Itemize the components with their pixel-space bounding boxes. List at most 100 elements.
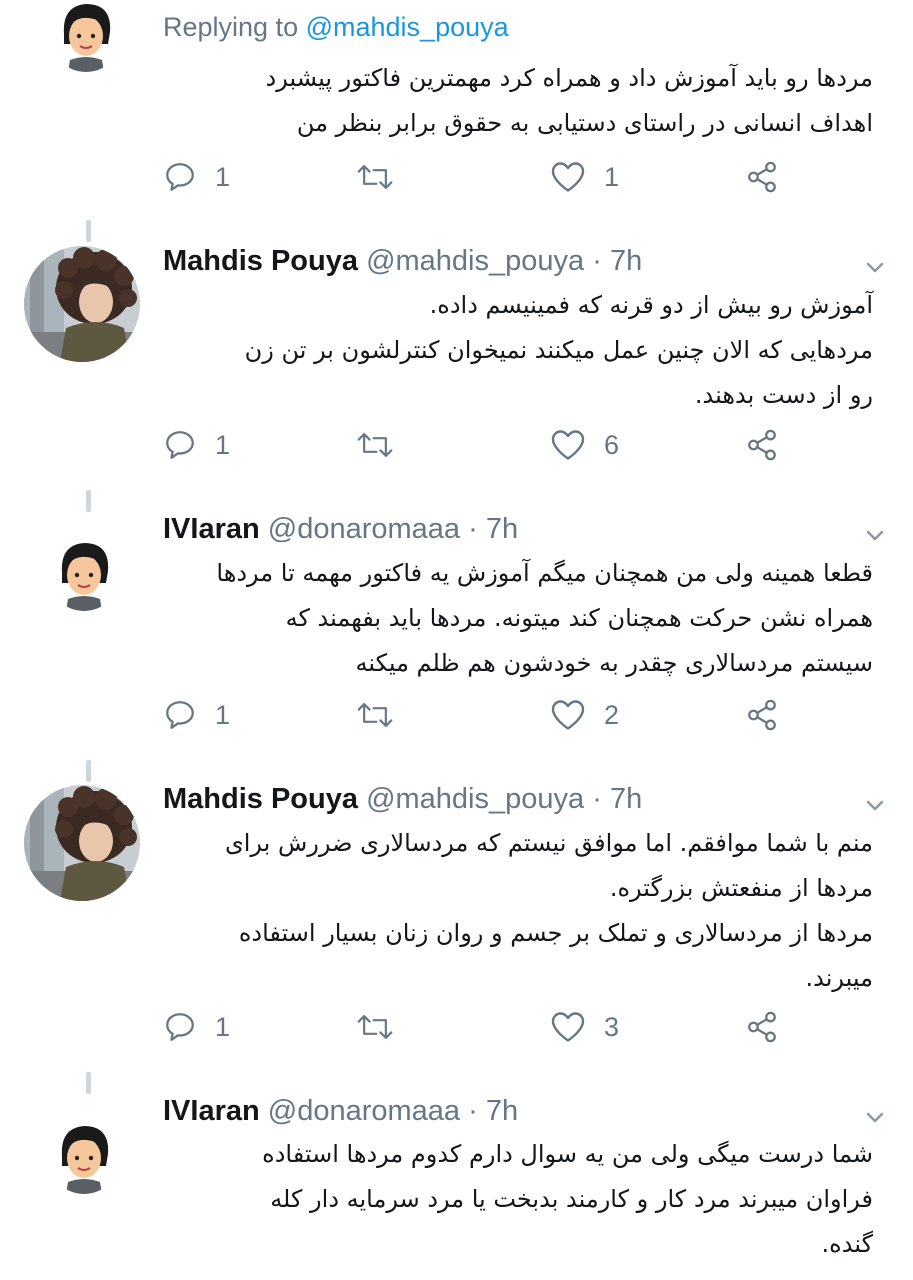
tweet-actions: 1 2 [0, 698, 913, 738]
user-handle[interactable]: @mahdis_pouya [366, 783, 584, 815]
thread-connector [86, 1072, 91, 1094]
display-name[interactable]: Mahdis Pouya [163, 245, 358, 277]
retweet-icon [357, 165, 393, 189]
replying-handle-link[interactable]: @mahdis_pouya [306, 12, 509, 42]
avatar-cartoon-woman-icon [48, 1122, 120, 1194]
tweet-text: مردها رو باید آموزش داد و همراه کرد مهمت… [160, 56, 873, 146]
timestamp[interactable]: 7h [486, 513, 518, 545]
like-count: 3 [604, 1011, 620, 1042]
heart-icon [551, 430, 585, 460]
tweet-line: قطعا همینه ولی من همچنان میگم آموزش یه ف… [216, 559, 873, 587]
share-icon [748, 429, 776, 461]
tweet-line: گنده. [821, 1230, 873, 1258]
avatar-photo-icon [24, 785, 140, 901]
avatar-cartoon-woman-icon [48, 539, 120, 611]
avatar-cartoon-woman-icon [50, 0, 122, 72]
tweet-actions: 1 3 [0, 1010, 913, 1050]
separator-dot: · [592, 245, 602, 277]
tweet-line: مردها رو باید آموزش داد و همراه کرد مهمت… [265, 64, 873, 92]
tweet-line: مردها از منفعتش بزرگتره. [609, 874, 873, 902]
tweet-header: Mahdis Pouya @mahdis_pouya · 7h [163, 245, 642, 278]
chevron-down-icon[interactable] [863, 255, 887, 279]
tweet-text: شما درست میگی ولی من یه سوال دارم کدوم م… [160, 1132, 873, 1267]
user-handle[interactable]: @donaromaaa [268, 1095, 460, 1127]
tweet-header: IVIaran @donaromaaa · 7h [163, 513, 518, 546]
timestamp[interactable]: 7h [610, 783, 642, 815]
timestamp[interactable]: 7h [610, 245, 642, 277]
like-button[interactable]: 3 [550, 1010, 619, 1044]
timestamp[interactable]: 7h [486, 1095, 518, 1127]
tweet-0[interactable]: Replying to @mahdis_pouya مردها رو باید … [0, 0, 913, 230]
retweet-icon [357, 703, 393, 727]
tweet-line: رو از دست بدهند. [694, 381, 873, 409]
share-icon [748, 699, 776, 731]
avatar-mahdis-pouya[interactable] [24, 246, 140, 362]
tweet-header: Mahdis Pouya @mahdis_pouya · 7h [163, 783, 642, 816]
display-name[interactable]: IVIaran [163, 513, 260, 545]
reply-button[interactable]: 1 [163, 428, 230, 462]
reply-count: 1 [215, 161, 231, 192]
tweet-actions: 1 6 [0, 428, 913, 468]
tweet-line: مردهایی که الان چنین عمل میکنند نمیخوان … [244, 336, 873, 364]
user-handle[interactable]: @donaromaaa [268, 513, 460, 545]
thread-connector [86, 490, 91, 512]
tweet-text: منم با شما موافقم. اما موافق نیستم که مر… [160, 821, 873, 1001]
share-button[interactable] [745, 698, 779, 732]
chevron-down-icon[interactable] [863, 523, 887, 547]
avatar-ivlaran[interactable] [50, 0, 122, 72]
thread-connector [86, 760, 91, 782]
replying-to: Replying to @mahdis_pouya [163, 12, 509, 43]
share-icon [748, 1011, 776, 1043]
user-handle[interactable]: @mahdis_pouya [366, 245, 584, 277]
like-count: 2 [604, 699, 620, 730]
tweet-line: اهداف انسانی در راستای دستیابی به حقوق ب… [296, 109, 873, 137]
tweet-4[interactable]: IVIaran @donaromaaa · 7h شما درست میگی و… [0, 1068, 913, 1280]
tweet-actions: 1 1 [0, 160, 913, 200]
reply-icon [166, 431, 194, 459]
avatar-photo-icon [24, 246, 140, 362]
reply-count: 1 [215, 699, 231, 730]
share-icon [748, 161, 776, 193]
reply-button[interactable]: 1 [163, 1010, 230, 1044]
avatar-ivlaran[interactable] [48, 1122, 120, 1194]
separator-dot: · [468, 1095, 478, 1127]
thread-connector [86, 220, 91, 242]
retweet-button[interactable] [356, 1010, 412, 1044]
separator-dot: · [468, 513, 478, 545]
tweet-line: سیستم مردسالاری چقدر به خودشون هم ظلم می… [355, 649, 873, 677]
replying-prefix: Replying to [163, 12, 299, 42]
like-count: 6 [604, 429, 620, 460]
retweet-button[interactable] [356, 160, 412, 194]
display-name[interactable]: Mahdis Pouya [163, 783, 358, 815]
tweet-header: IVIaran @donaromaaa · 7h [163, 1095, 518, 1128]
tweet-3[interactable]: Mahdis Pouya @mahdis_pouya · 7h منم با ش… [0, 755, 913, 1070]
tweet-line: شما درست میگی ولی من یه سوال دارم کدوم م… [262, 1140, 873, 1168]
reply-icon [166, 701, 194, 729]
tweet-line: همراه نشن حرکت همچنان کند میتونه. مردها … [285, 604, 873, 632]
reply-button[interactable]: 1 [163, 698, 230, 732]
tweet-text: قطعا همینه ولی من همچنان میگم آموزش یه ف… [160, 551, 873, 686]
chevron-down-icon[interactable] [863, 1105, 887, 1129]
display-name[interactable]: IVIaran [163, 1095, 260, 1127]
like-button[interactable]: 6 [550, 428, 619, 462]
like-button[interactable]: 2 [550, 698, 619, 732]
share-button[interactable] [745, 160, 779, 194]
retweet-icon [357, 1015, 393, 1039]
retweet-button[interactable] [356, 698, 412, 732]
tweet-1[interactable]: Mahdis Pouya @mahdis_pouya · 7h آموزش رو… [0, 215, 913, 485]
retweet-button[interactable] [356, 428, 412, 462]
tweet-line: میبرند. [805, 964, 874, 992]
like-count: 1 [604, 161, 620, 192]
like-button[interactable]: 1 [550, 160, 619, 194]
tweet-line: منم با شما موافقم. اما موافق نیستم که مر… [224, 829, 873, 857]
chevron-down-icon[interactable] [863, 793, 887, 817]
avatar-ivlaran[interactable] [48, 539, 120, 611]
reply-count: 1 [215, 429, 231, 460]
tweet-line: فراوان میبرند مرد کار و کارمند بدبخت یا … [270, 1185, 873, 1213]
separator-dot: · [592, 783, 602, 815]
tweet-2[interactable]: IVIaran @donaromaaa · 7h قطعا همینه ولی … [0, 485, 913, 755]
reply-button[interactable]: 1 [163, 160, 230, 194]
share-button[interactable] [745, 1010, 779, 1044]
share-button[interactable] [745, 428, 779, 462]
avatar-mahdis-pouya[interactable] [24, 785, 140, 901]
